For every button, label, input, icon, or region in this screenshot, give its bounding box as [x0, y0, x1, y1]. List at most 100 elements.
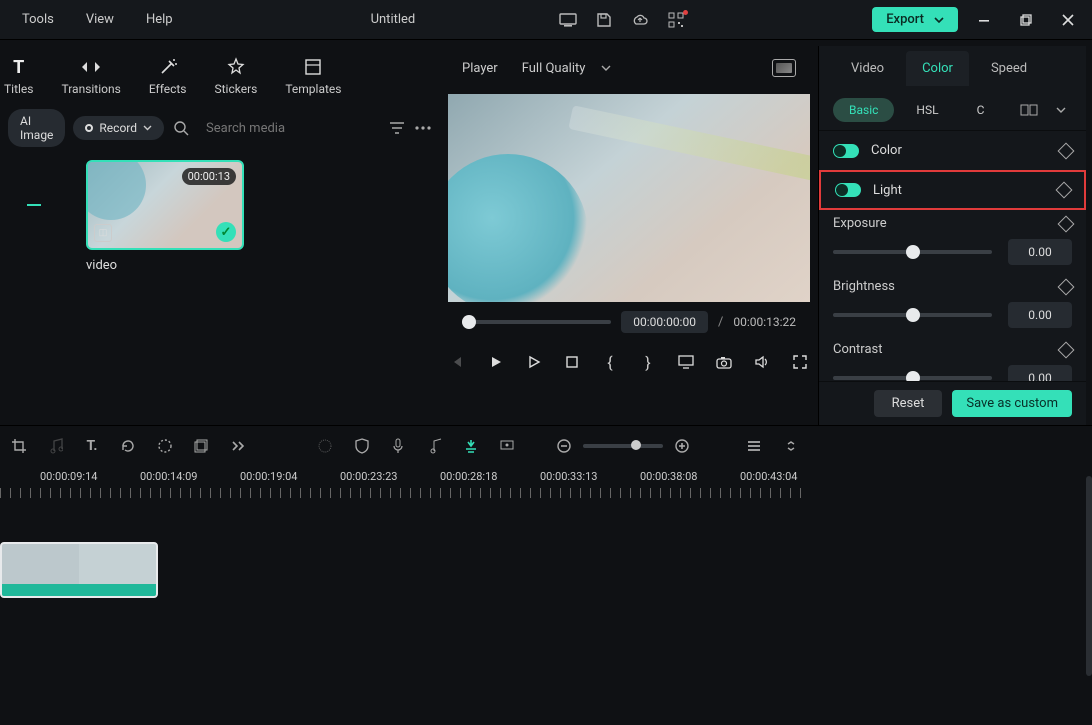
zoom-in-button[interactable] — [671, 435, 693, 457]
ruler-tc: 00:00:19:04 — [240, 470, 297, 483]
color-wheel-icon[interactable] — [316, 435, 334, 457]
zoom-slider[interactable] — [583, 444, 663, 448]
main-area: TTitles Transitions Effects Stickers Tem… — [0, 40, 1092, 425]
mic-icon[interactable] — [389, 435, 407, 457]
display-button[interactable] — [676, 351, 696, 373]
compare-icon[interactable] — [1018, 99, 1040, 121]
tab-titles[interactable]: TTitles — [4, 56, 33, 96]
slider-brightness-track[interactable] — [833, 313, 992, 317]
cloud-icon[interactable] — [626, 6, 654, 34]
tab-stickers[interactable]: Stickers — [215, 56, 258, 96]
chevron-down-icon[interactable] — [1050, 99, 1072, 121]
window-restore-button[interactable] — [1010, 4, 1042, 36]
project-title: Untitled — [371, 12, 416, 27]
tab-transitions[interactable]: Transitions — [61, 56, 120, 96]
slider-exposure-track[interactable] — [833, 250, 992, 254]
zoom-out-button[interactable] — [553, 435, 575, 457]
timeline-panel: T. — [0, 425, 1092, 725]
play-pause-button[interactable] — [486, 351, 506, 373]
timeline-scrollbar[interactable] — [1086, 476, 1092, 676]
slider-exposure-value[interactable]: 0.00 — [1008, 239, 1072, 265]
export-button[interactable]: Export — [872, 7, 958, 32]
toggle-color[interactable] — [833, 144, 859, 158]
marker-icon[interactable] — [498, 435, 516, 457]
window-minimize-button[interactable] — [968, 4, 1000, 36]
mask-icon[interactable] — [156, 435, 174, 457]
prev-frame-button[interactable] — [448, 351, 468, 373]
track-list-icon[interactable] — [745, 435, 763, 457]
slider-contrast-value[interactable]: 0.00 — [1008, 365, 1072, 381]
subtab-hsl[interactable]: HSL — [900, 98, 954, 122]
magnet-icon[interactable] — [462, 435, 480, 457]
timeline-tracks[interactable] — [0, 502, 810, 725]
mark-out-button[interactable]: } — [638, 351, 658, 373]
color-subtabs: Basic HSL C — [819, 90, 1086, 130]
track-options-icon[interactable] — [782, 435, 800, 457]
snapshot-thumb-icon[interactable] — [772, 59, 796, 77]
mark-in-button[interactable]: { — [600, 351, 620, 373]
camera-button[interactable] — [714, 351, 734, 373]
save-as-custom-button[interactable]: Save as custom — [952, 390, 1072, 417]
save-icon[interactable] — [590, 6, 618, 34]
tab-templates[interactable]: Templates — [285, 56, 341, 96]
timeline-clip[interactable] — [0, 542, 158, 598]
menu-tools[interactable]: Tools — [8, 8, 68, 31]
qr-icon[interactable] — [662, 6, 690, 34]
record-button[interactable]: Record — [73, 116, 164, 140]
tab-color[interactable]: Color — [906, 51, 969, 86]
more-icon[interactable] — [414, 115, 432, 141]
layer-icon[interactable] — [192, 435, 210, 457]
reset-button[interactable]: Reset — [874, 390, 943, 417]
slider-brightness-value[interactable]: 0.00 — [1008, 302, 1072, 328]
tab-video[interactable]: Video — [835, 51, 900, 86]
section-light[interactable]: Light — [819, 170, 1086, 210]
tab-stickers-label: Stickers — [215, 82, 258, 96]
export-label: Export — [886, 12, 924, 27]
fullscreen-button[interactable] — [790, 351, 810, 373]
volume-button[interactable] — [752, 351, 772, 373]
play-button[interactable] — [524, 351, 544, 373]
quality-label: Full Quality — [522, 61, 586, 76]
effects-icon — [157, 56, 179, 78]
stickers-icon — [225, 56, 247, 78]
scrub-track[interactable] — [462, 320, 611, 324]
slider-contrast: Contrast 0.00 — [833, 342, 1072, 381]
record-label: Record — [99, 121, 137, 135]
music-icon[interactable] — [46, 435, 64, 457]
tab-transitions-label: Transitions — [61, 82, 120, 96]
tab-speed[interactable]: Speed — [975, 51, 1043, 86]
subtab-basic[interactable]: Basic — [833, 98, 894, 122]
slider-contrast-track[interactable] — [833, 376, 992, 380]
filter-icon[interactable] — [388, 115, 406, 141]
preview-viewport[interactable] — [448, 94, 810, 302]
media-thumbnail[interactable]: 00:00:13 ◫ ✓ video — [86, 160, 244, 273]
shield-icon[interactable] — [353, 435, 371, 457]
keyframe-color-icon[interactable] — [1058, 142, 1075, 159]
stop-button[interactable] — [562, 351, 582, 373]
preview-controls: { } — [448, 342, 810, 382]
keyframe-icon[interactable] — [1058, 278, 1075, 295]
menu-view[interactable]: View — [72, 8, 128, 31]
timeline-ruler[interactable]: 00:00:09:14 00:00:14:09 00:00:19:04 00:0… — [0, 466, 810, 502]
tab-effects[interactable]: Effects — [149, 56, 187, 96]
text-icon[interactable]: T. — [83, 435, 101, 457]
subtab-curves[interactable]: C — [961, 98, 1001, 122]
keyframe-icon[interactable] — [1058, 341, 1075, 358]
more-tools-icon[interactable] — [228, 435, 246, 457]
section-color[interactable]: Color — [819, 130, 1086, 170]
audio-note-icon[interactable] — [425, 435, 443, 457]
toggle-light[interactable] — [835, 183, 861, 197]
menu-help[interactable]: Help — [132, 8, 187, 31]
ai-image-button[interactable]: AI Image — [8, 109, 65, 147]
rotate-icon[interactable] — [119, 435, 137, 457]
add-media-button[interactable] — [8, 160, 70, 250]
keyframe-light-icon[interactable] — [1056, 182, 1073, 199]
thumbnail-duration: 00:00:13 — [182, 168, 236, 185]
device-icon[interactable] — [554, 6, 582, 34]
slider-contrast-label: Contrast — [833, 342, 883, 357]
keyframe-icon[interactable] — [1058, 215, 1075, 232]
search-input[interactable] — [198, 117, 380, 140]
crop-icon[interactable] — [10, 435, 28, 457]
window-close-button[interactable] — [1052, 4, 1084, 36]
quality-dropdown[interactable]: Full Quality — [522, 61, 612, 76]
